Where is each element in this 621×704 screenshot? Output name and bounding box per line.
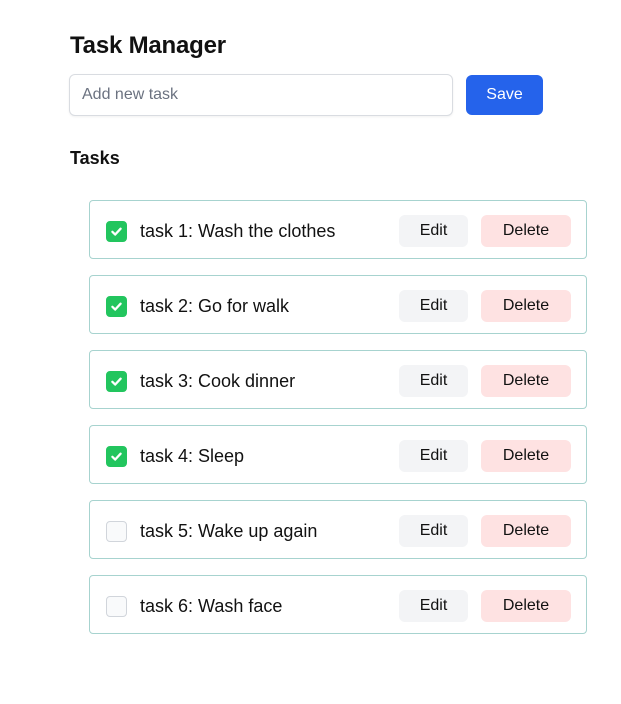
task-item: task 3: Cook dinner Edit Delete <box>89 350 587 409</box>
new-task-input[interactable] <box>69 74 453 116</box>
task-checkbox[interactable] <box>106 521 127 542</box>
task-checkbox[interactable] <box>106 296 127 317</box>
task-text: task 3: Cook dinner <box>140 371 296 391</box>
check-icon <box>111 452 122 461</box>
add-task-row: Save <box>69 74 543 116</box>
check-icon <box>111 377 122 386</box>
page-title: Task Manager <box>70 32 226 59</box>
save-button[interactable]: Save <box>466 75 543 115</box>
delete-button[interactable]: Delete <box>481 515 571 547</box>
edit-button[interactable]: Edit <box>399 365 468 397</box>
delete-button[interactable]: Delete <box>481 365 571 397</box>
edit-button[interactable]: Edit <box>399 515 468 547</box>
tasks-section-title: Tasks <box>70 148 120 168</box>
task-text: task 2: Go for walk <box>140 296 290 316</box>
check-icon <box>111 302 122 311</box>
delete-button[interactable]: Delete <box>481 440 571 472</box>
task-list: task 1: Wash the clothes Edit Delete tas… <box>89 200 587 650</box>
task-item: task 4: Sleep Edit Delete <box>89 425 587 484</box>
task-checkbox[interactable] <box>106 371 127 392</box>
delete-button[interactable]: Delete <box>481 590 571 622</box>
delete-button[interactable]: Delete <box>481 215 571 247</box>
task-checkbox[interactable] <box>106 446 127 467</box>
task-text: task 1: Wash the clothes <box>140 221 336 241</box>
task-checkbox[interactable] <box>106 596 127 617</box>
delete-button[interactable]: Delete <box>481 290 571 322</box>
task-manager-app: Task Manager Save Tasks task 1: Wash the… <box>0 0 621 704</box>
check-icon <box>111 227 122 236</box>
task-text: task 5: Wake up again <box>140 521 318 541</box>
edit-button[interactable]: Edit <box>399 590 468 622</box>
task-checkbox[interactable] <box>106 221 127 242</box>
edit-button[interactable]: Edit <box>399 290 468 322</box>
task-item: task 2: Go for walk Edit Delete <box>89 275 587 334</box>
task-item: task 5: Wake up again Edit Delete <box>89 500 587 559</box>
edit-button[interactable]: Edit <box>399 215 468 247</box>
task-text: task 4: Sleep <box>140 446 245 466</box>
task-item: task 6: Wash face Edit Delete <box>89 575 587 634</box>
task-text: task 6: Wash face <box>140 596 283 616</box>
edit-button[interactable]: Edit <box>399 440 468 472</box>
task-item: task 1: Wash the clothes Edit Delete <box>89 200 587 259</box>
